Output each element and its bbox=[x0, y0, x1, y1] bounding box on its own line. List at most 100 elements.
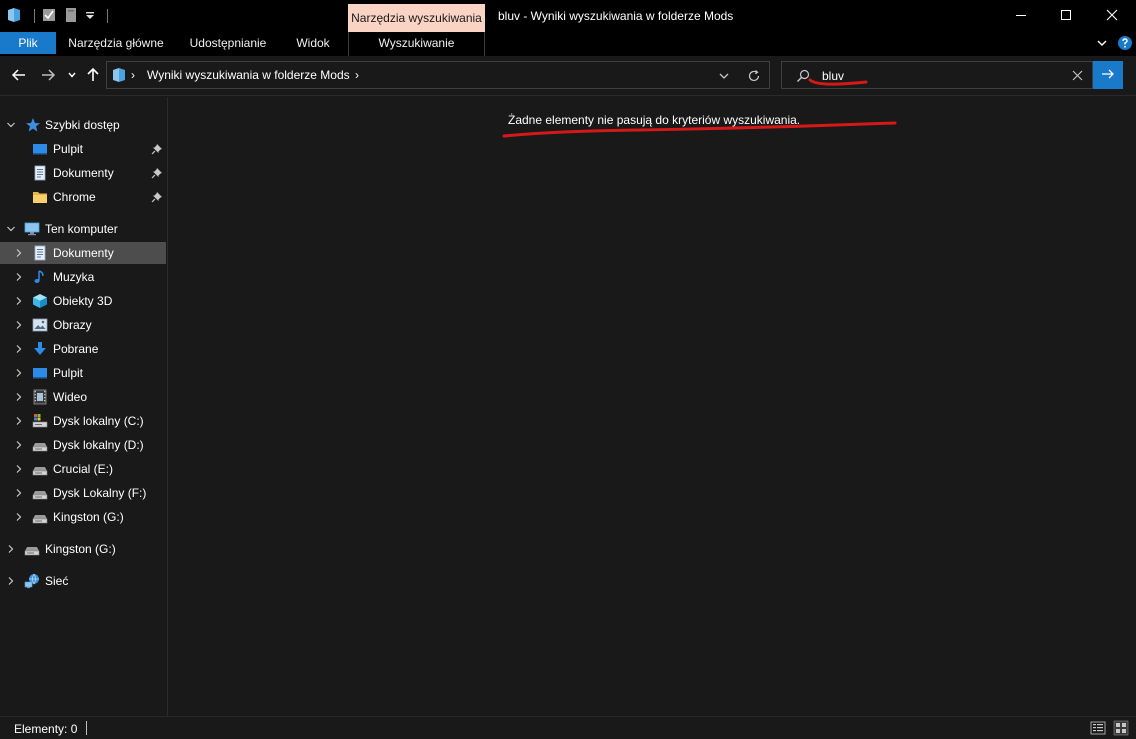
back-button[interactable] bbox=[10, 66, 28, 86]
tree-item-pulpit-pc[interactable]: Pulpit bbox=[0, 362, 166, 384]
file-list-pane[interactable]: Żadne elementy nie pasują do kryteriów w… bbox=[169, 97, 1136, 716]
forward-button[interactable] bbox=[39, 66, 57, 86]
chevron-right-icon[interactable] bbox=[14, 416, 24, 426]
navigation-bar: › Wyniki wyszukiwania w folderze Mods › bbox=[0, 56, 1136, 96]
tab-file[interactable]: Plik bbox=[0, 32, 56, 54]
up-button[interactable] bbox=[84, 66, 102, 86]
documents-icon bbox=[32, 165, 48, 181]
tree-item-obiekty-3d[interactable]: Obiekty 3D bbox=[0, 290, 166, 312]
new-folder-icon[interactable] bbox=[63, 7, 79, 26]
details-view-button[interactable] bbox=[1090, 720, 1106, 736]
search-go-button[interactable] bbox=[1093, 61, 1123, 89]
chevron-right-icon[interactable] bbox=[14, 272, 24, 282]
chevron-right-icon[interactable] bbox=[6, 576, 16, 586]
tree-label: Wideo bbox=[53, 390, 88, 404]
tree-label: Pobrane bbox=[53, 342, 99, 356]
tree-item-muzyka[interactable]: Muzyka bbox=[0, 266, 166, 288]
search-input[interactable] bbox=[822, 67, 1062, 85]
tree-item-drive-g[interactable]: Kingston (G:) bbox=[0, 506, 166, 528]
pin-icon[interactable] bbox=[151, 143, 163, 155]
tree-item-dokumenty[interactable]: Dokumenty bbox=[0, 162, 166, 184]
breadcrumb-separator[interactable]: › bbox=[131, 68, 135, 82]
tree-item-drive-d[interactable]: Dysk lokalny (D:) bbox=[0, 434, 166, 456]
breadcrumb-separator[interactable]: › bbox=[355, 68, 359, 82]
search-icon bbox=[796, 69, 810, 86]
tree-label: Obrazy bbox=[53, 318, 92, 332]
chevron-down-icon[interactable] bbox=[6, 224, 16, 234]
chevron-right-icon[interactable] bbox=[14, 296, 24, 306]
title-bar: Narzędzia wyszukiwania bluv - Wyniki wys… bbox=[0, 0, 1136, 32]
tab-home[interactable]: Narzędzia główne bbox=[62, 32, 170, 54]
address-bar[interactable]: › Wyniki wyszukiwania w folderze Mods › bbox=[106, 61, 770, 89]
clear-search-button[interactable] bbox=[1072, 70, 1083, 84]
drive-icon bbox=[32, 437, 48, 453]
chevron-right-icon[interactable] bbox=[14, 320, 24, 330]
ribbon-tabs: Plik Narzędzia główne Udostępnianie Wido… bbox=[0, 32, 1136, 56]
chevron-down-icon[interactable] bbox=[6, 120, 16, 130]
toolbar-separator bbox=[107, 9, 108, 23]
search-box[interactable] bbox=[781, 61, 1093, 89]
chevron-right-icon[interactable] bbox=[14, 488, 24, 498]
pin-icon[interactable] bbox=[151, 191, 163, 203]
chevron-right-icon[interactable] bbox=[14, 368, 24, 378]
empty-results-message: Żadne elementy nie pasują do kryteriów w… bbox=[508, 113, 801, 127]
tree-label: Kingston (G:) bbox=[45, 542, 116, 556]
star-icon bbox=[25, 117, 41, 133]
tree-label: Dokumenty bbox=[53, 246, 114, 260]
tree-item-pobrane[interactable]: Pobrane bbox=[0, 338, 166, 360]
status-separator bbox=[86, 721, 87, 735]
close-button[interactable] bbox=[1089, 0, 1135, 32]
computer-icon bbox=[24, 221, 40, 237]
desktop-icon bbox=[32, 141, 48, 157]
chevron-right-icon[interactable] bbox=[14, 344, 24, 354]
explorer-app-icon[interactable] bbox=[6, 7, 22, 26]
tree-item-obrazy[interactable]: Obrazy bbox=[0, 314, 166, 336]
tree-item-pulpit[interactable]: Pulpit bbox=[0, 138, 166, 160]
tree-item-kingston-root[interactable]: Kingston (G:) bbox=[0, 538, 166, 560]
chevron-right-icon[interactable] bbox=[14, 392, 24, 402]
expand-ribbon-button[interactable] bbox=[1094, 35, 1110, 53]
tab-search[interactable]: Wyszukiwanie bbox=[348, 32, 485, 54]
drive-icon bbox=[32, 509, 48, 525]
chevron-right-icon[interactable] bbox=[6, 544, 16, 554]
maximize-button[interactable] bbox=[1043, 0, 1089, 32]
chevron-right-icon[interactable] bbox=[14, 512, 24, 522]
tree-quick-access[interactable]: Szybki dostęp bbox=[0, 114, 166, 136]
tab-share[interactable]: Udostępnianie bbox=[180, 32, 276, 54]
arrow-left-icon bbox=[11, 67, 27, 86]
tab-view[interactable]: Widok bbox=[286, 32, 340, 54]
tree-label: Crucial (E:) bbox=[53, 462, 114, 476]
tree-label: Kingston (G:) bbox=[53, 510, 124, 524]
chevron-right-icon[interactable] bbox=[14, 248, 24, 258]
tree-label: Chrome bbox=[53, 190, 96, 204]
tree-this-pc[interactable]: Ten komputer bbox=[0, 218, 166, 240]
customize-toolbar-icon[interactable] bbox=[85, 7, 95, 26]
tree-label: Dokumenty bbox=[53, 166, 114, 180]
tree-label: Obiekty 3D bbox=[53, 294, 113, 308]
pin-icon[interactable] bbox=[151, 167, 163, 179]
tree-item-drive-c[interactable]: Dysk lokalny (C:) bbox=[0, 410, 166, 432]
refresh-icon[interactable] bbox=[747, 69, 761, 86]
status-bar: Elementy: 0 bbox=[0, 716, 1136, 739]
chevron-down-icon bbox=[1096, 37, 1108, 52]
minimize-button[interactable] bbox=[998, 0, 1044, 32]
recent-locations-button[interactable] bbox=[66, 66, 78, 86]
chevron-right-icon[interactable] bbox=[14, 440, 24, 450]
help-button[interactable] bbox=[1116, 35, 1134, 53]
large-icons-view-button[interactable] bbox=[1113, 720, 1129, 736]
tree-label: Pulpit bbox=[53, 142, 84, 156]
folder-icon bbox=[32, 189, 48, 205]
chevron-right-icon[interactable] bbox=[14, 464, 24, 474]
tree-label: Ten komputer bbox=[45, 222, 118, 236]
tree-item-network[interactable]: Sieć bbox=[0, 570, 166, 592]
tree-item-drive-f[interactable]: Dysk Lokalny (F:) bbox=[0, 482, 166, 504]
video-icon bbox=[32, 389, 48, 405]
address-history-dropdown[interactable] bbox=[718, 70, 730, 85]
help-icon bbox=[1117, 35, 1133, 54]
breadcrumb-current[interactable]: Wyniki wyszukiwania w folderze Mods bbox=[147, 68, 350, 82]
properties-icon[interactable] bbox=[41, 7, 57, 26]
tree-item-drive-e[interactable]: Crucial (E:) bbox=[0, 458, 166, 480]
tree-item-chrome[interactable]: Chrome bbox=[0, 186, 166, 208]
tree-item-dokumenty-selected[interactable]: Dokumenty bbox=[0, 242, 166, 264]
tree-item-wideo[interactable]: Wideo bbox=[0, 386, 166, 408]
